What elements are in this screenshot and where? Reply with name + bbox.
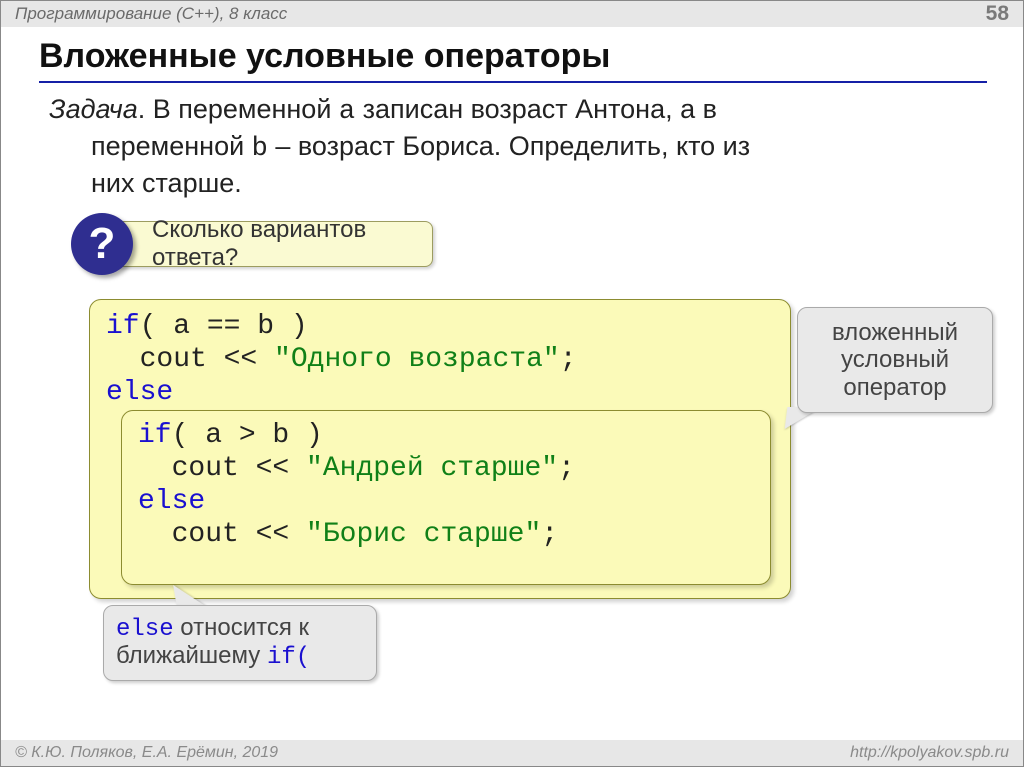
question-mark-icon: ?	[71, 213, 133, 275]
page-title: Вложенные условные операторы	[39, 37, 610, 76]
code-inner: if( a > b ) cout << "Андрей старше"; els…	[138, 419, 575, 551]
callout-nested-operator: вложенный условный оператор	[797, 307, 993, 413]
callout-else-note: else относится к ближайшему if(	[103, 605, 377, 681]
title-underline	[39, 81, 987, 83]
slide: Программирование (C++), 8 класс 58 Вложе…	[0, 0, 1024, 767]
task-label: Задача	[49, 94, 138, 124]
footer-copyright: © К.Ю. Поляков, Е.А. Ерёмин, 2019	[15, 744, 278, 762]
header-left: Программирование (C++), 8 класс	[15, 4, 287, 24]
footer-url: http://kpolyakov.spb.ru	[850, 744, 1009, 762]
page-number: 58	[986, 2, 1009, 26]
footer-bar: © К.Ю. Поляков, Е.А. Ерёмин, 2019 http:/…	[1, 740, 1023, 766]
code-outer: if( a == b ) cout << "Одного возраста"; …	[106, 310, 577, 409]
code-inner-box: if( a > b ) cout << "Андрей старше"; els…	[121, 410, 771, 585]
question-text: Сколько вариантов ответа?	[152, 216, 432, 272]
header-bar: Программирование (C++), 8 класс 58	[1, 1, 1023, 27]
task-text: Задача. В переменной a записан возраст А…	[49, 93, 963, 200]
question-box: Сколько вариантов ответа?	[103, 221, 433, 267]
